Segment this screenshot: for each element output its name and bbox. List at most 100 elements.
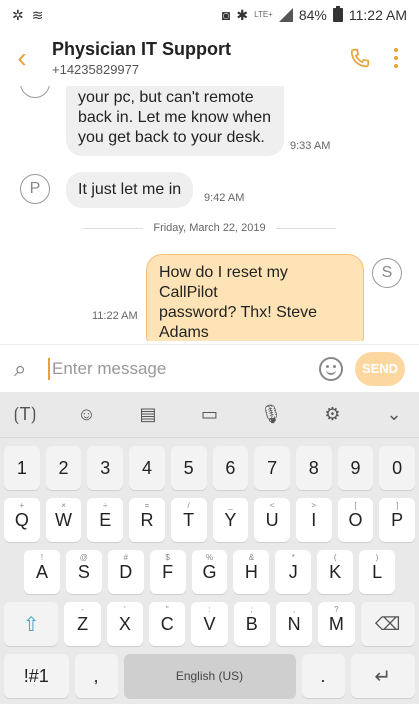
settings-gear-icon[interactable]: ⚙ bbox=[320, 402, 346, 428]
keyboard-number-row: 1 2 3 4 5 6 7 8 9 0 bbox=[0, 446, 419, 490]
key[interactable]: ? M bbox=[318, 602, 355, 646]
key[interactable]: 5 bbox=[170, 446, 207, 490]
message-time: 11:22 AM bbox=[92, 310, 138, 322]
send-button[interactable]: SEND bbox=[355, 351, 405, 386]
key[interactable]: ] P bbox=[379, 498, 416, 542]
message-text: It just let me in bbox=[78, 181, 182, 198]
key[interactable]: 9 bbox=[337, 446, 374, 490]
key[interactable]: ; B bbox=[233, 602, 270, 646]
enter-return-icon: ↵ bbox=[374, 665, 392, 688]
network-type: LTE+ bbox=[254, 10, 273, 19]
microphone-icon[interactable]: 🎙 bbox=[258, 402, 284, 428]
shift-key[interactable]: ⇧ bbox=[4, 602, 59, 646]
bluetooth-icon: ✱ bbox=[236, 6, 249, 23]
header-actions bbox=[349, 47, 419, 69]
key[interactable]: :V bbox=[191, 602, 228, 646]
backspace-icon: ⌫ bbox=[375, 613, 401, 634]
key[interactable]: * J bbox=[275, 550, 312, 594]
key[interactable]: × W bbox=[45, 498, 82, 542]
text-prediction-icon[interactable]: ⟮T⟯ bbox=[12, 402, 38, 428]
key[interactable]: ÷ E bbox=[87, 498, 124, 542]
shift-arrow-icon: ⇧ bbox=[22, 613, 40, 636]
key[interactable]: / T bbox=[170, 498, 207, 542]
key[interactable]: 4 bbox=[129, 446, 165, 490]
key[interactable]: ,N bbox=[275, 602, 313, 646]
key[interactable]: ' X bbox=[106, 602, 144, 646]
status-right: ◙ ✱ LTE+ 84% 11:22 AM bbox=[222, 6, 407, 24]
keyboard-bottom-row: !#1 , English (US) . ↵ bbox=[0, 654, 419, 698]
message-line: your pc, but can't remote bbox=[78, 89, 254, 106]
emoji-keyboard-icon[interactable]: ☺ bbox=[74, 402, 100, 428]
message-line: back in. Let me know when bbox=[78, 109, 271, 126]
period-key[interactable]: . bbox=[301, 654, 345, 698]
key[interactable]: ! A bbox=[24, 550, 60, 594]
status-time: 11:22 AM bbox=[348, 7, 407, 23]
onscreen-keyboard: ⟮T⟯ ☺ ▤ ▭ 🎙 ⚙ ⌄ 1 2 3 4 5 6 7 8 9 0 + Q ×… bbox=[0, 392, 419, 704]
message-bubble-incoming[interactable]: It just let me in bbox=[66, 172, 194, 208]
key[interactable]: _ Y bbox=[212, 498, 249, 542]
key[interactable]: < U bbox=[254, 498, 290, 542]
status-left: ✲ ≋ bbox=[12, 7, 43, 24]
key[interactable]: [O bbox=[337, 498, 374, 542]
key[interactable]: % G bbox=[191, 550, 228, 594]
battery-icon bbox=[332, 6, 343, 22]
message-line: you get back to your desk. bbox=[78, 129, 265, 146]
key[interactable]: # D bbox=[107, 550, 144, 594]
paperclip-icon[interactable]: ⌕ bbox=[14, 356, 40, 382]
key[interactable]: -Z bbox=[64, 602, 101, 646]
more-options-icon[interactable] bbox=[393, 48, 399, 68]
key[interactable]: > I bbox=[295, 498, 332, 542]
date-separator: Friday, March 22, 2019 bbox=[0, 222, 419, 234]
key[interactable]: 6 bbox=[212, 446, 249, 490]
text-cursor bbox=[48, 357, 50, 380]
keyboard-layout-icon[interactable]: ▭ bbox=[197, 402, 223, 428]
key[interactable]: = R bbox=[129, 498, 165, 542]
conversation-header: ‹ Physician IT Support +14235829977 bbox=[0, 30, 419, 86]
backspace-key[interactable]: ⌫ bbox=[360, 602, 415, 646]
key[interactable]: + Q bbox=[4, 498, 40, 542]
contact-info[interactable]: Physician IT Support +14235829977 bbox=[44, 39, 349, 77]
avatar-letter: S bbox=[381, 264, 393, 281]
keyboard-toolbar: ⟮T⟯ ☺ ▤ ▭ 🎙 ⚙ ⌄ bbox=[0, 392, 419, 438]
battery-percent: 84% bbox=[298, 7, 327, 23]
key[interactable]: & H bbox=[233, 550, 270, 594]
key[interactable]: 8 bbox=[295, 446, 332, 490]
chevron-left-icon: ‹ bbox=[17, 42, 27, 73]
keyboard-row-qwerty: + Q × W ÷ E = R / T _ Y < U > I [O ] P bbox=[0, 498, 419, 542]
symbols-key[interactable]: !#1 bbox=[4, 654, 69, 698]
key[interactable]: 1 bbox=[4, 446, 40, 490]
key[interactable]: 0 bbox=[379, 446, 416, 490]
contact-name: Physician IT Support bbox=[52, 39, 232, 59]
message-line: How do I reset my CallPilot bbox=[159, 264, 288, 301]
space-bar[interactable]: English (US) bbox=[123, 654, 296, 698]
keyboard-row-asdf: ! A @ S # D $ F % G & H * J (K ) L bbox=[0, 550, 419, 594]
key[interactable]: @ S bbox=[65, 550, 102, 594]
phone-call-icon[interactable] bbox=[349, 47, 371, 69]
message-input[interactable] bbox=[52, 358, 272, 379]
message-bubble-incoming[interactable]: your pc, but can't remote back in. Let m… bbox=[66, 86, 284, 156]
key[interactable]: (K bbox=[317, 550, 354, 594]
signal-icon bbox=[278, 8, 293, 22]
key[interactable]: $ F bbox=[149, 550, 186, 594]
contact-avatar bbox=[20, 86, 50, 98]
emoji-icon[interactable] bbox=[319, 356, 343, 381]
user-avatar: S bbox=[372, 258, 402, 288]
key[interactable]: 2 bbox=[45, 446, 82, 490]
enter-key[interactable]: ↵ bbox=[350, 654, 415, 698]
comma-key[interactable]: , bbox=[74, 654, 118, 698]
key[interactable]: 7 bbox=[254, 446, 290, 490]
wifi-icon: ≋ bbox=[31, 6, 44, 23]
key[interactable]: " C bbox=[149, 602, 186, 646]
message-line: Adams bbox=[159, 324, 209, 341]
contact-avatar: P bbox=[20, 174, 50, 204]
message-list[interactable]: your pc, but can't remote back in. Let m… bbox=[0, 86, 419, 341]
back-button[interactable]: ‹ bbox=[0, 30, 44, 86]
status-bar: ✲ ≋ ◙ ✱ LTE+ 84% 11:22 AM bbox=[0, 0, 419, 30]
chevron-down-icon[interactable]: ⌄ bbox=[381, 402, 407, 428]
message-bubble-outgoing[interactable]: How do I reset my CallPilot password? Th… bbox=[146, 254, 364, 341]
app-notification-icon: ✲ bbox=[12, 6, 24, 23]
key[interactable]: 3 bbox=[87, 446, 124, 490]
clipboard-icon[interactable]: ▤ bbox=[135, 402, 161, 428]
avatar-letter: P bbox=[29, 180, 41, 197]
key[interactable]: ) L bbox=[359, 550, 396, 594]
